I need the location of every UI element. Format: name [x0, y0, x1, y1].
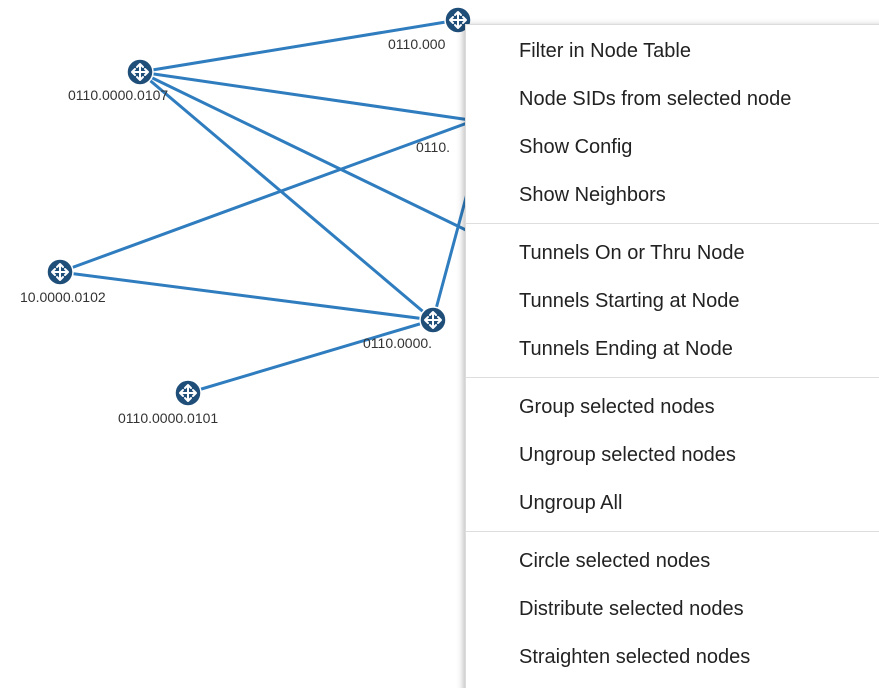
menu-item-node-sids-from-selected-node[interactable]: Node SIDs from selected node: [466, 75, 879, 123]
nodes-layer: 0110.0000.0107 0110.000 0110. 10.0000.0102 0…: [20, 6, 494, 426]
menu-item-tunnels-starting-at-node[interactable]: Tunnels Starting at Node: [466, 277, 879, 325]
topology-node[interactable]: 10.0000.0102: [20, 258, 106, 305]
menu-separator: [466, 531, 879, 532]
topology-link[interactable]: [58, 120, 472, 274]
menu-separator: [466, 377, 879, 378]
node-label: 0110.: [416, 139, 450, 155]
menu-item-show-config[interactable]: Show Config: [466, 123, 879, 171]
context-menu: Filter in Node Table Node SIDs from selec…: [465, 24, 879, 688]
menu-item-group-selected-nodes[interactable]: Group selected nodes: [466, 383, 879, 431]
topology-canvas[interactable]: 0110.0000.0107 0110.000 0110. 10.0000.0102 0…: [0, 0, 879, 688]
topology-link[interactable]: [186, 318, 435, 395]
menu-item-circle-selected-nodes[interactable]: Circle selected nodes: [466, 537, 879, 585]
menu-item-tunnels-ending-at-node[interactable]: Tunnels Ending at Node: [466, 325, 879, 373]
menu-item-show-neighbors[interactable]: Show Neighbors: [466, 171, 879, 219]
router-icon[interactable]: [126, 58, 154, 86]
node-label: 0110.000: [388, 36, 446, 52]
router-icon[interactable]: [174, 379, 202, 407]
node-label: 0110.0000.: [363, 335, 432, 351]
node-label: 10.0000.0102: [20, 289, 106, 305]
menu-item-tunnels-on-or-thru-node[interactable]: Tunnels On or Thru Node: [466, 229, 879, 277]
node-label: 0110.0000.0107: [68, 87, 168, 103]
menu-item-ungroup-selected-nodes[interactable]: Ungroup selected nodes: [466, 431, 879, 479]
menu-item-distribute-selected-nodes[interactable]: Distribute selected nodes: [466, 585, 879, 633]
router-icon[interactable]: [419, 306, 447, 334]
topology-link[interactable]: [431, 188, 470, 322]
router-icon[interactable]: [46, 258, 74, 286]
menu-separator: [466, 223, 879, 224]
menu-item-ungroup-all[interactable]: Ungroup All: [466, 479, 879, 527]
topology-node[interactable]: 0110.0000.0107: [68, 58, 168, 103]
topology-link[interactable]: [58, 270, 435, 322]
menu-item-straighten-selected-nodes[interactable]: Straighten selected nodes: [466, 633, 879, 681]
node-label: 0110.0000.0101: [118, 410, 218, 426]
menu-item-filter-in-node-table[interactable]: Filter in Node Table: [466, 27, 879, 75]
